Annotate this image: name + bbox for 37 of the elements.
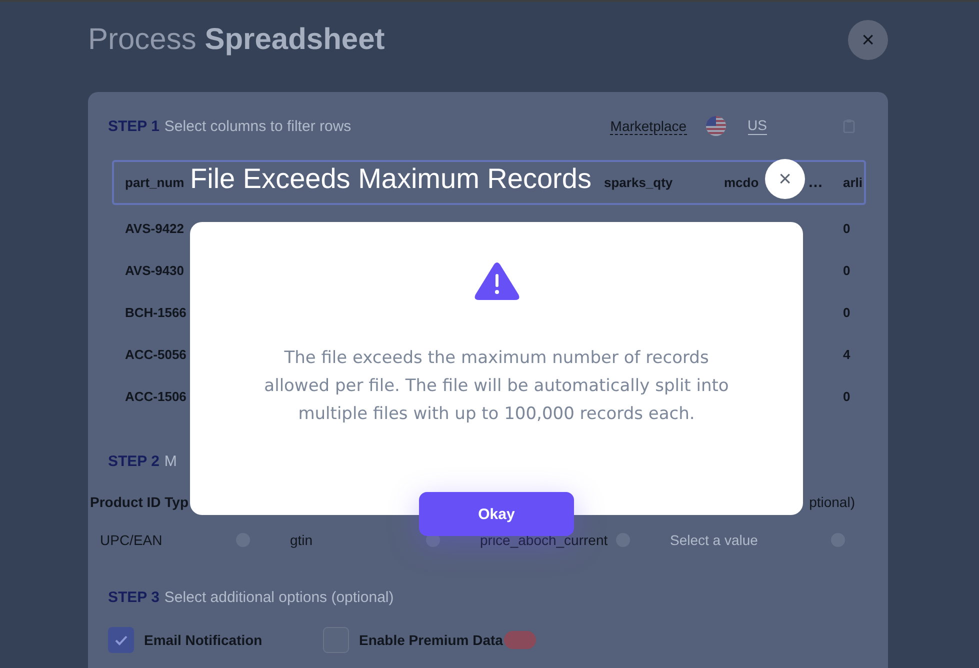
- table-cell-text: AVS-9430: [124, 262, 186, 278]
- field-label: Product ID Typ: [90, 494, 189, 510]
- dialog-title: File Exceeds Maximum Records: [190, 163, 592, 195]
- marketplace-select[interactable]: US: [748, 117, 767, 135]
- flag-icon: [706, 116, 726, 136]
- checkbox[interactable]: [108, 627, 134, 653]
- step-label: STEP 3: [108, 588, 160, 606]
- page-title: Process Spreadsheet: [88, 23, 385, 57]
- step-label: STEP 1: [108, 118, 160, 134]
- dropdown-field[interactable]: UPC/EAN: [90, 528, 260, 552]
- table-cell-text: ACC-5056: [124, 346, 188, 362]
- table-cell-text: 0: [843, 220, 852, 236]
- checkbox-label: Enable Premium Data: [359, 632, 503, 648]
- step-description: Select columns to filter rows: [164, 118, 352, 134]
- column-header[interactable]: arli: [843, 175, 863, 190]
- table-cell-text: ACC-1506: [124, 388, 188, 404]
- table-cell-text: 0: [843, 388, 852, 404]
- dialog-message: The file exceeds the maximum number of records allowed per file. The file will be automatically split into multiple files with up to 100,000 records each.: [263, 347, 730, 426]
- column-header[interactable]: part_num: [125, 175, 184, 190]
- table-cell-text: 0: [843, 262, 852, 278]
- table-cell-text: BCH-1566: [124, 304, 188, 320]
- dropdown-field[interactable]: Select a value: [660, 528, 855, 552]
- okay-button[interactable]: Okay: [419, 492, 574, 536]
- field-label: ptional): [809, 494, 855, 510]
- column-header[interactable]: mcdo: [724, 175, 759, 190]
- step-description: Select additional options (optional): [164, 588, 394, 606]
- step-label: STEP 2: [108, 452, 160, 470]
- close-button[interactable]: ×: [848, 20, 888, 60]
- checkbox-label: Email Notification: [144, 632, 262, 648]
- step-description: M: [164, 452, 177, 470]
- warning-icon: [474, 262, 520, 300]
- column-header[interactable]: sparks_qty: [604, 175, 673, 190]
- column-header-overflow: …: [808, 174, 823, 191]
- table-cell-text: 0: [843, 304, 852, 320]
- marketplace-label: Marketplace: [610, 118, 687, 134]
- table-cell-text: AVS-9422: [124, 220, 186, 236]
- table-cell-text: 4: [843, 346, 852, 362]
